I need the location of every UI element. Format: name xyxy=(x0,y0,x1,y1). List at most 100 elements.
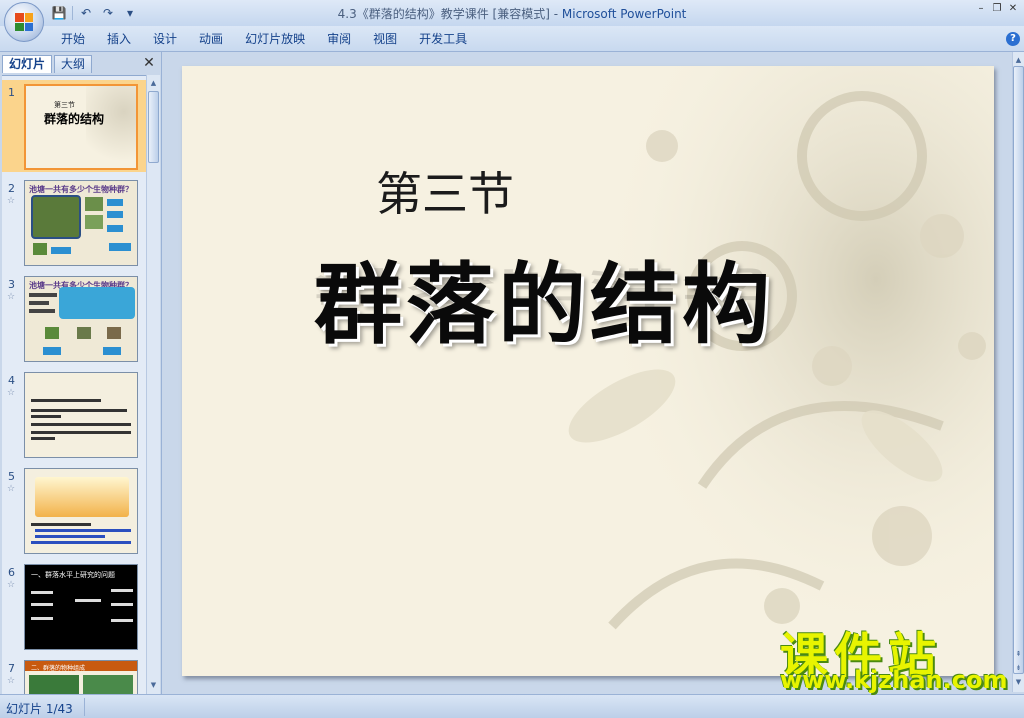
label-box xyxy=(51,247,71,254)
label-box xyxy=(43,347,61,355)
mini-subtitle: 第三节 xyxy=(54,101,75,109)
scroll-up-icon[interactable]: ▲ xyxy=(1013,54,1024,66)
text-line xyxy=(31,617,53,620)
slide-number: 2 xyxy=(8,182,15,195)
label-box xyxy=(103,347,121,355)
text-line xyxy=(111,619,133,622)
slide-editor: 第三节 群落的结构 群落的结构 xyxy=(164,52,1012,692)
text-line xyxy=(31,523,91,526)
tab-review[interactable]: 审阅 xyxy=(316,30,362,50)
slide-thumbnail-4[interactable]: 4 ☆ xyxy=(2,368,146,460)
text-line xyxy=(31,591,53,594)
slide-thumbnail-3[interactable]: 3 ☆ 池塘一共有多少个生物种群？ xyxy=(2,272,146,364)
current-slide[interactable]: 第三节 群落的结构 群落的结构 xyxy=(182,66,994,676)
slide-counter: 幻灯片 1/43 xyxy=(6,702,73,716)
slide-title[interactable]: 群落的结构 xyxy=(314,234,774,361)
site-watermark: 课件站 www.kjzhan.com xyxy=(780,616,1010,696)
callout-box xyxy=(59,287,135,319)
text-line xyxy=(35,529,131,532)
slide-subtitle[interactable]: 第三节 xyxy=(376,158,514,224)
next-slide-icon[interactable]: ⇟ xyxy=(1013,662,1024,674)
status-divider xyxy=(84,698,85,716)
animation-star-icon: ☆ xyxy=(7,676,16,686)
slide-thumbnail-2[interactable]: 2 ☆ 池塘一共有多少个生物种群？ xyxy=(2,176,146,268)
text-line xyxy=(111,603,133,606)
status-bar: 幻灯片 1/43 xyxy=(0,694,1024,718)
slide-thumbnail-7[interactable]: 7 ☆ 二、群落的物种组成 xyxy=(2,656,146,694)
minimize-button[interactable]: – xyxy=(974,2,988,16)
pane-tabs: 幻灯片 大纲 ✕ xyxy=(2,54,160,74)
window-title: 4.3《群落的结构》教学课件 [兼容模式] - Microsoft PowerP… xyxy=(0,5,1024,22)
label-box xyxy=(107,199,123,206)
office-logo-icon xyxy=(15,13,33,31)
text-line xyxy=(31,437,55,440)
organism-image xyxy=(33,243,47,255)
slide-preview: 池塘一共有多少个生物种群？ xyxy=(24,276,138,362)
decor-pattern xyxy=(86,86,136,168)
mini-title: 池塘一共有多少个生物种群？ xyxy=(29,185,133,194)
slide-preview: 第三节 群落的结构 xyxy=(24,84,138,170)
tab-design[interactable]: 设计 xyxy=(142,30,188,50)
slide-preview xyxy=(24,372,138,458)
animation-star-icon: ☆ xyxy=(7,580,16,590)
tab-insert[interactable]: 插入 xyxy=(96,30,142,50)
restore-button[interactable]: ❐ xyxy=(990,2,1004,16)
text-line xyxy=(29,309,55,313)
tab-view[interactable]: 视图 xyxy=(362,30,408,50)
office-button[interactable] xyxy=(4,2,44,42)
tab-slideshow[interactable]: 幻灯片放映 xyxy=(234,30,316,50)
animation-star-icon: ☆ xyxy=(7,388,16,398)
previous-slide-icon[interactable]: ⇞ xyxy=(1013,648,1024,660)
editor-scrollbar[interactable]: ▲ ⇞ ⇟ ▼ xyxy=(1012,52,1024,692)
slide-number: 6 xyxy=(8,566,15,579)
ribbon: 开始 插入 设计 动画 幻灯片放映 审阅 视图 开发工具 ? xyxy=(0,26,1024,52)
slide-thumbnail-6[interactable]: 6 ☆ 一、群落水平上研究的问题 xyxy=(2,560,146,652)
thumbnail-scrollbar[interactable]: ▲ ▼ xyxy=(146,75,160,694)
animation-star-icon: ☆ xyxy=(7,484,16,494)
slide-number: 4 xyxy=(8,374,15,387)
tab-animations[interactable]: 动画 xyxy=(188,30,234,50)
slide-thumbnail-1[interactable]: 1 第三节 群落的结构 xyxy=(2,80,146,172)
forest-image xyxy=(83,675,133,694)
tab-developer[interactable]: 开发工具 xyxy=(408,30,478,50)
scroll-down-icon[interactable]: ▼ xyxy=(148,679,159,691)
app-title: Microsoft PowerPoint xyxy=(561,7,687,21)
label-box xyxy=(107,225,123,232)
slides-pane: 幻灯片 大纲 ✕ 1 第三节 群落的结构 2 ☆ 池塘一共有多少个生物种群？ 3… xyxy=(0,52,162,694)
scroll-up-icon[interactable]: ▲ xyxy=(148,77,159,89)
slide-preview: 二、群落的物种组成 xyxy=(24,660,138,694)
pane-close-icon[interactable]: ✕ xyxy=(142,56,156,70)
animation-star-icon: ☆ xyxy=(7,292,16,302)
window-controls: – ❐ ✕ xyxy=(974,2,1020,16)
text-line xyxy=(31,399,101,402)
ecosystem-image xyxy=(35,477,129,517)
forest-image xyxy=(29,675,79,694)
scroll-down-icon[interactable]: ▼ xyxy=(1013,676,1024,688)
organism-image xyxy=(85,215,103,229)
text-line xyxy=(111,589,133,592)
label-box xyxy=(107,211,123,218)
organism-image xyxy=(85,197,103,211)
text-line xyxy=(31,603,53,606)
slide-preview: 池塘一共有多少个生物种群？ xyxy=(24,180,138,266)
slide-thumbnail-list: 1 第三节 群落的结构 2 ☆ 池塘一共有多少个生物种群？ 3 ☆ 池塘一共有多… xyxy=(2,75,146,694)
text-line xyxy=(29,301,49,305)
slide-thumbnail-5[interactable]: 5 ☆ xyxy=(2,464,146,556)
scrollbar-thumb[interactable] xyxy=(1013,66,1024,674)
text-line xyxy=(31,423,131,426)
tab-home[interactable]: 开始 xyxy=(50,30,96,50)
text-line xyxy=(35,535,105,538)
close-button[interactable]: ✕ xyxy=(1006,2,1020,16)
text-line xyxy=(31,409,127,412)
organism-image xyxy=(77,327,91,339)
help-icon[interactable]: ? xyxy=(1006,32,1020,46)
tab-slides[interactable]: 幻灯片 xyxy=(2,55,53,73)
mini-title: 群落的结构 xyxy=(44,112,105,126)
tab-outline[interactable]: 大纲 xyxy=(54,55,93,73)
text-line xyxy=(31,415,61,418)
slide-preview xyxy=(24,468,138,554)
scrollbar-thumb[interactable] xyxy=(148,91,159,163)
slide-number: 7 xyxy=(8,662,15,675)
animation-star-icon: ☆ xyxy=(7,196,16,206)
floral-background xyxy=(522,66,994,676)
